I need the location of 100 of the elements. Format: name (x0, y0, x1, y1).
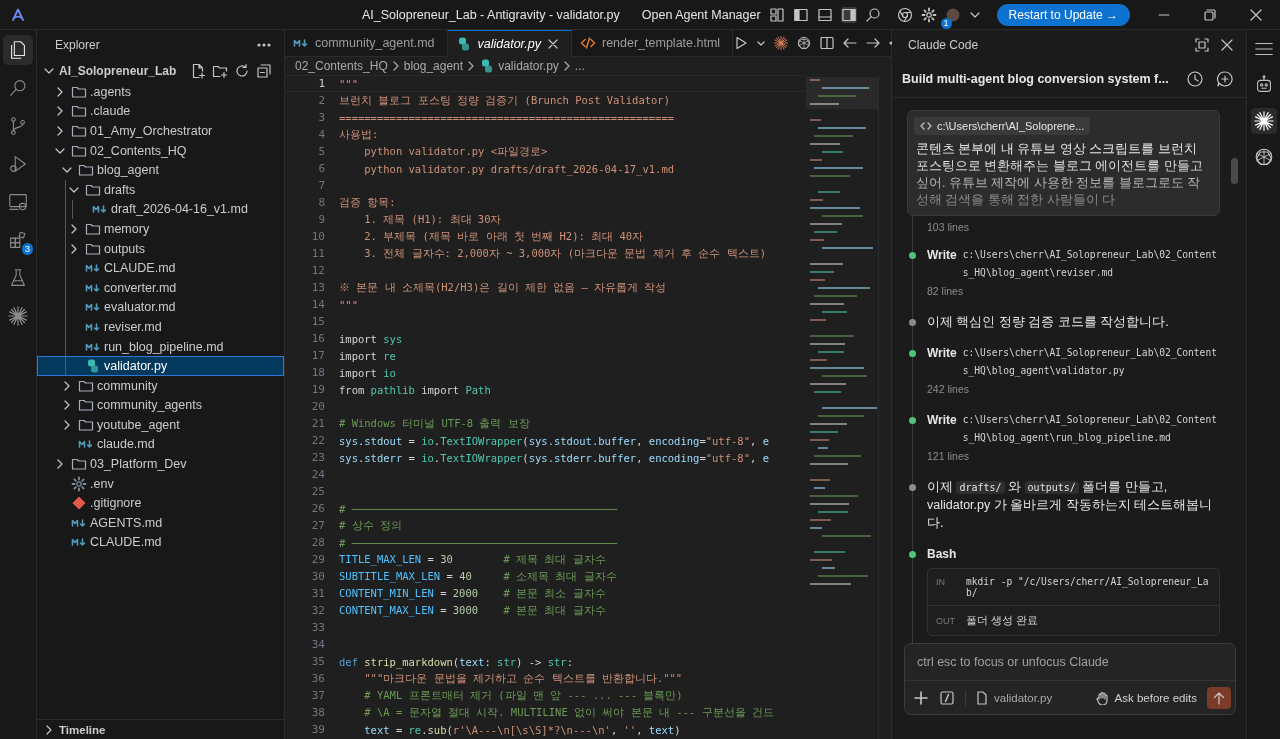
code-line: """마크다운 문법을 제거하고 순수 텍스트를 반환합니다.""" (363, 671, 683, 686)
editor-tab[interactable]: render_template.html (572, 30, 734, 56)
folder-item[interactable]: .agents (37, 82, 284, 102)
breadcrumb-item[interactable]: 02_Contents_HQ (295, 59, 388, 73)
breadcrumb-item[interactable]: validator.py (498, 59, 559, 73)
close-icon[interactable] (1220, 38, 1234, 52)
agent-manager-button[interactable]: Open Agent Manager (641, 7, 761, 22)
add-icon[interactable] (913, 689, 929, 706)
new-file-icon[interactable] (190, 63, 206, 79)
command-text: mkdir -p "/c/Users/cherr/AI_Solopreneur_Lab/ (966, 576, 1210, 598)
history-icon[interactable] (1186, 69, 1204, 88)
folder-item[interactable]: blog_agent (37, 160, 284, 180)
new-folder-icon[interactable] (212, 63, 228, 79)
collapse-all-icon[interactable] (256, 63, 272, 79)
settings-icon[interactable] (920, 6, 937, 23)
fullscreen-icon[interactable] (1194, 37, 1210, 53)
bottom-panel-icon[interactable] (816, 6, 833, 23)
line-number: 36 (310, 672, 325, 685)
folder-item[interactable]: outputs (37, 238, 284, 259)
code-line: SUBTITLE_MAX_LEN = 40 # 소제목 최대 글자수 (339, 569, 617, 584)
code-line: # Windows 터미널 UTF-8 출력 보장 (339, 416, 530, 431)
folder-icon (71, 456, 87, 473)
line-number: 25 (310, 485, 325, 498)
message-field[interactable]: ctrl esc to focus or unfocus Claude validator.py Ask before edits (904, 643, 1236, 715)
editor-tab[interactable]: validator.py (447, 30, 572, 57)
files-icon[interactable] (3, 35, 33, 65)
file-item[interactable]: .gitignore (37, 493, 284, 514)
search-icon[interactable] (864, 6, 881, 23)
restore-icon[interactable] (1204, 8, 1216, 21)
message-text: 콘텐츠 본부에 내 유튜브 영상 스크립트를 브런치 포스팅으로 변환해주는 블로그 에이전트를 만들고 싶어. 유튜브 제작에 사용한 정보를 블로그로도 작성해 검색을 통해 접한 사람들이 다 (916, 141, 1204, 209)
slash-command-icon[interactable] (939, 689, 955, 706)
left-panel-icon[interactable] (792, 6, 809, 23)
file-path[interactable]: c:\Users\cherr\AI_Solopreneur_Lab\02_Contents_HQ\blog_agent\reviser.md (962, 246, 1220, 282)
line-count: 103 lines (927, 220, 971, 235)
file-item[interactable]: CLAUDE.md (37, 258, 284, 278)
breadcrumb-item[interactable]: blog_agent (403, 59, 464, 73)
gear-icon (71, 475, 87, 492)
line-number: 17 (310, 349, 325, 362)
folder-item[interactable]: 02_Contents_HQ (37, 140, 284, 161)
file-item[interactable]: draft_2026-04-16_v1.md (37, 199, 284, 220)
file-item[interactable]: reviser.md (37, 317, 284, 337)
file-item[interactable]: claude.md (37, 434, 284, 455)
line-number: 10 (310, 230, 325, 243)
line-number: 13 (310, 281, 325, 294)
knot-icon[interactable] (796, 35, 813, 51)
line-number: 27 (310, 519, 325, 532)
attached-file[interactable]: validator.py (976, 690, 1053, 705)
refresh-icon[interactable] (234, 63, 250, 79)
send-button[interactable] (1207, 686, 1231, 709)
file-item[interactable]: run_blog_pipeline.md (37, 336, 284, 357)
split-editor-icon[interactable] (819, 35, 836, 51)
folder-item[interactable]: community (37, 375, 284, 396)
scrollbar-thumb[interactable] (1231, 158, 1238, 184)
section-header[interactable]: Timeline (37, 719, 284, 739)
line-number: 15 (310, 315, 325, 328)
folder-item[interactable]: AI_Solopreneur_Lab (41, 63, 177, 79)
code-line: # ────────────────────────────────────────── (339, 536, 618, 549)
folder-item[interactable]: .claude (37, 101, 284, 122)
code-line: # 상수 정의 (339, 518, 402, 533)
folder-item[interactable]: youtube_agent (37, 415, 284, 435)
file-icon (976, 690, 988, 705)
message-input[interactable]: ctrl esc to focus or unfocus Claude (905, 644, 1235, 680)
file-item[interactable]: CLAUDE.md (37, 532, 284, 553)
line-number: 6 (317, 162, 325, 175)
line-number: 9 (317, 213, 325, 226)
folder-item[interactable]: community_agents (37, 395, 284, 416)
breadcrumb-item[interactable]: ... (574, 59, 585, 73)
line-number: 34 (310, 638, 325, 651)
file-item[interactable]: validator.py (37, 356, 284, 376)
code-line: python validator.py <파일경로> (363, 144, 548, 159)
line-number: 24 (310, 468, 325, 481)
layout-icon[interactable] (768, 6, 785, 23)
diamond-icon (71, 495, 87, 512)
close-icon[interactable] (1250, 8, 1262, 21)
file-item[interactable]: evaluator.md (37, 297, 284, 318)
mode-button[interactable]: Ask before edits (1094, 690, 1197, 705)
editor-tab[interactable]: community_agent.md (285, 30, 448, 56)
file-path[interactable]: c:\Users\cherr\AI_Solopreneur_Lab\02_Contents_HQ\blog_agent\validator.py (962, 344, 1220, 380)
file-item[interactable]: .env (37, 473, 284, 494)
folder-icon (71, 123, 87, 139)
line-number: 21 (310, 417, 325, 430)
line-number: 35 (310, 655, 325, 668)
update-button[interactable]: Restart to Update → (996, 3, 1130, 26)
close-icon[interactable] (547, 38, 559, 50)
code-line: import io (339, 366, 396, 379)
folder-item[interactable]: 03_Platform_Dev (37, 454, 284, 474)
line-number: 18 (310, 366, 325, 379)
file-chip[interactable]: c:\Users\cherr\AI_Soloprene... (914, 117, 1091, 135)
right-panel-icon[interactable] (840, 6, 857, 23)
folder-item[interactable]: 01_Amy_Orchestrator (37, 121, 284, 141)
folder-item[interactable]: drafts (37, 179, 284, 200)
folder-item[interactable]: memory (37, 219, 284, 239)
file-item[interactable]: converter.md (37, 277, 284, 298)
browser-icon[interactable] (896, 6, 913, 23)
file-path[interactable]: c:\Users\cherr\AI_Solopreneur_Lab\02_Contents_HQ\blog_agent\run_blog_pipeline.md (962, 411, 1220, 447)
file-item[interactable]: AGENTS.md (37, 513, 284, 533)
code-line: sys.stdout = io.TextIOWrapper(sys.stdout.buffer, encoding="utf-8", e (339, 434, 769, 447)
asterisk-icon[interactable] (1250, 108, 1277, 134)
code-icon (920, 120, 932, 132)
new-chat-icon[interactable] (1216, 69, 1234, 88)
